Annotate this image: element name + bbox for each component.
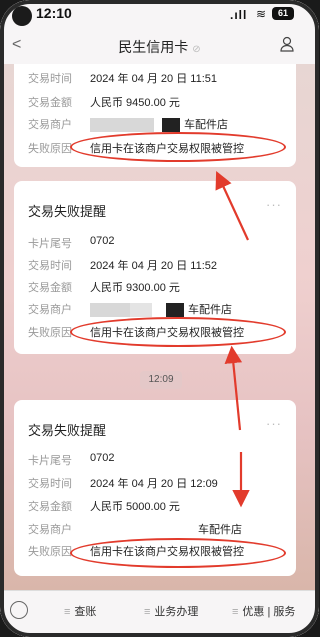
amount-value: 人民币 9450.00 元 [90,97,180,109]
timestamp-badge: 12:09 [140,371,182,389]
time-value: 2024 年 04 月 20 日 12:09 [90,478,218,490]
merchant-value: 车配件店 [90,301,232,318]
card-title: 交易失败提醒 [28,204,107,219]
page-title: 民生信用卡 ⊘ [0,37,319,57]
amount-label: 交易金额 [28,282,72,294]
annotation-oval [70,132,286,162]
tab-label: 业务办理 [154,606,199,618]
tab-label: 优惠 | 服务 [242,606,296,618]
card-tail-label: 卡片尾号 [28,238,72,250]
time-label: 交易时间 [28,73,72,85]
card-tail-value: 0702 [90,452,115,464]
menu-dot-icon: ≡ [232,606,239,618]
profile-icon[interactable] [280,36,294,52]
annotation-oval [70,317,286,347]
time-label: 交易时间 [28,478,72,490]
title-text: 民生信用卡 [118,39,189,55]
time-value: 2024 年 04 月 20 日 11:52 [90,260,217,272]
menu-dot-icon: ≡ [144,606,151,618]
redaction-mask [162,118,180,133]
wifi-icon: ≋ [256,7,267,21]
tab-label: 查账 [74,606,97,618]
tab-check-bill[interactable]: ≡ 查账 [64,603,96,619]
merchant-label: 交易商户 [28,524,72,536]
keyboard-icon[interactable] [10,601,28,619]
amount-value: 人民币 9300.00 元 [90,282,180,294]
battery-icon: 61 [272,7,294,20]
amount-value: 人民币 5000.00 元 [90,501,180,513]
nav-bar: < 民生信用卡 ⊘ [0,28,319,64]
mute-icon: ⊘ [192,44,201,55]
more-icon[interactable]: ··· [266,416,282,431]
menu-dot-icon: ≡ [64,606,71,618]
merchant-label: 交易商户 [28,304,72,316]
phone-screen: 12:10 .ıll ≋ 61 < 民生信用卡 ⊘ 交易时间 2024 年 04 … [0,0,319,637]
card-tail-value: 0702 [90,235,115,247]
redaction-mask [90,118,154,133]
time-label: 交易时间 [28,260,72,272]
merchant-value: 车配件店 [198,524,242,536]
more-icon[interactable]: ··· [266,197,282,212]
bottom-tab-bar: ≡ 查账 ≡ 业务办理 ≡ 优惠 | 服务 [0,590,319,637]
time-value: 2024 年 04 月 20 日 11:51 [90,73,217,85]
merchant-value: 车配件店 [90,116,228,133]
card-tail-label: 卡片尾号 [28,455,72,467]
status-bar: 12:10 .ıll ≋ 61 [0,0,319,28]
card-title: 交易失败提醒 [28,423,107,438]
camera-cutout [12,6,32,26]
tab-business[interactable]: ≡ 业务办理 [144,603,198,619]
status-time: 12:10 [36,5,72,21]
amount-label: 交易金额 [28,97,72,109]
annotation-oval [70,538,286,568]
amount-label: 交易金额 [28,501,72,513]
redaction-mask [90,303,130,318]
redaction-mask [130,303,152,318]
signal-icon: .ıll [230,8,248,22]
merchant-label: 交易商户 [28,119,72,131]
merchant-text: 车配件店 [184,119,228,131]
merchant-text: 车配件店 [188,304,232,316]
redaction-mask [166,303,184,318]
tab-offers[interactable]: ≡ 优惠 | 服务 [232,603,295,619]
